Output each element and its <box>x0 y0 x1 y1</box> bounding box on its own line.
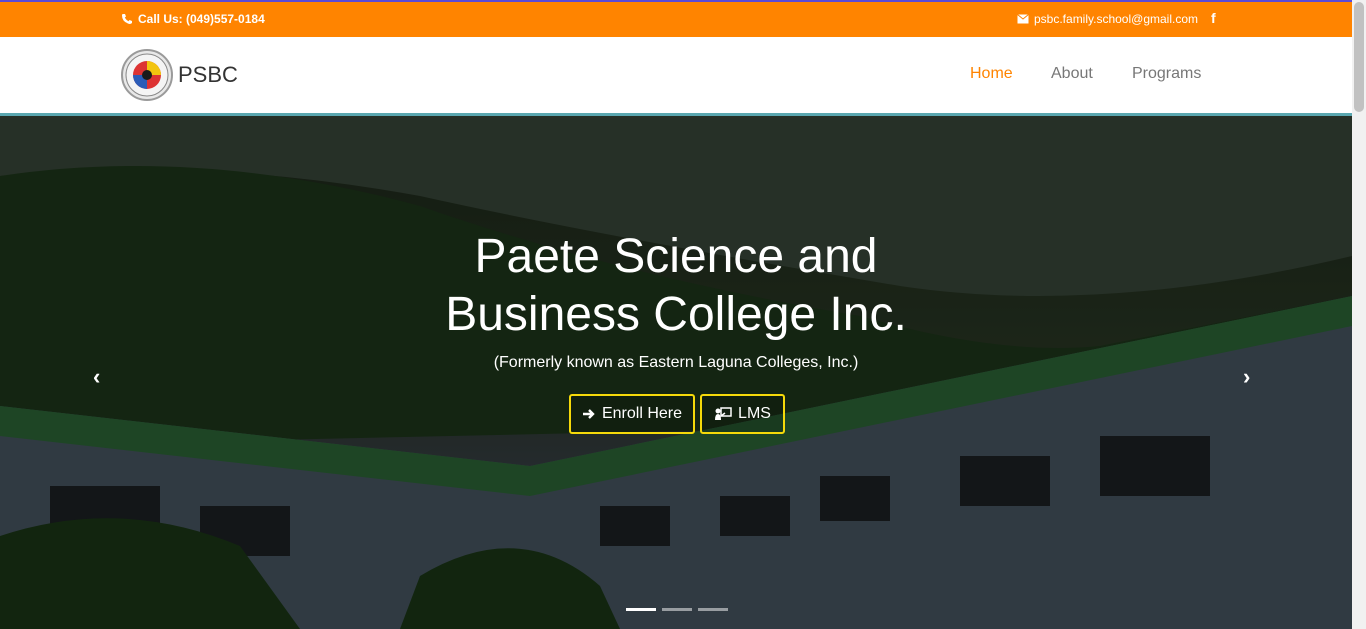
call-info: Call Us: (049)557-0184 <box>121 12 265 26</box>
nav-home[interactable]: Home <box>970 65 1013 83</box>
carousel-indicator-1[interactable] <box>626 608 656 611</box>
nav-programs[interactable]: Programs <box>1132 65 1201 83</box>
envelope-icon <box>1017 14 1029 24</box>
carousel-prev-icon[interactable]: ‹ <box>93 364 100 390</box>
email-info[interactable]: psbc.family.school@gmail.com <box>1017 12 1198 26</box>
carousel-next-icon[interactable]: › <box>1243 364 1250 390</box>
school-logo[interactable] <box>121 49 173 101</box>
facebook-icon[interactable]: f <box>1211 10 1216 26</box>
carousel-indicators <box>626 608 728 611</box>
enroll-label: Enroll Here <box>601 405 683 422</box>
email-link[interactable]: psbc.family.school@gmail.com <box>1034 12 1198 26</box>
hero-title-line-2: Business College Inc. <box>445 288 907 341</box>
hero-subtitle: (Formerly known as Eastern Laguna Colleg… <box>493 354 859 371</box>
site-header: PSBC Home About Programs <box>0 37 1352 116</box>
carousel-indicator-3[interactable] <box>698 608 728 611</box>
top-bar: Call Us: (049)557-0184 psbc.family.schoo… <box>0 0 1352 37</box>
arrow-right-icon <box>582 409 595 419</box>
hero-overlay <box>0 116 1352 629</box>
carousel-indicator-2[interactable] <box>662 608 692 611</box>
brand-name[interactable]: PSBC <box>178 62 238 88</box>
enroll-button[interactable]: Enroll Here <box>569 394 695 434</box>
teacher-icon <box>715 407 732 420</box>
hero-title: Paete Science and Business College Inc. <box>400 228 952 344</box>
call-text: Call Us: (049)557-0184 <box>138 12 265 26</box>
lms-button[interactable]: LMS <box>700 394 785 434</box>
scrollbar-thumb[interactable] <box>1354 2 1364 112</box>
hero-title-line-1: Paete Science and <box>474 230 878 283</box>
hero-carousel: Paete Science and Business College Inc. … <box>0 116 1352 629</box>
seal-icon <box>125 53 169 97</box>
lms-label: LMS <box>738 405 771 422</box>
phone-icon <box>122 14 132 24</box>
page-scrollbar[interactable] <box>1352 0 1366 629</box>
nav-about[interactable]: About <box>1051 65 1093 83</box>
